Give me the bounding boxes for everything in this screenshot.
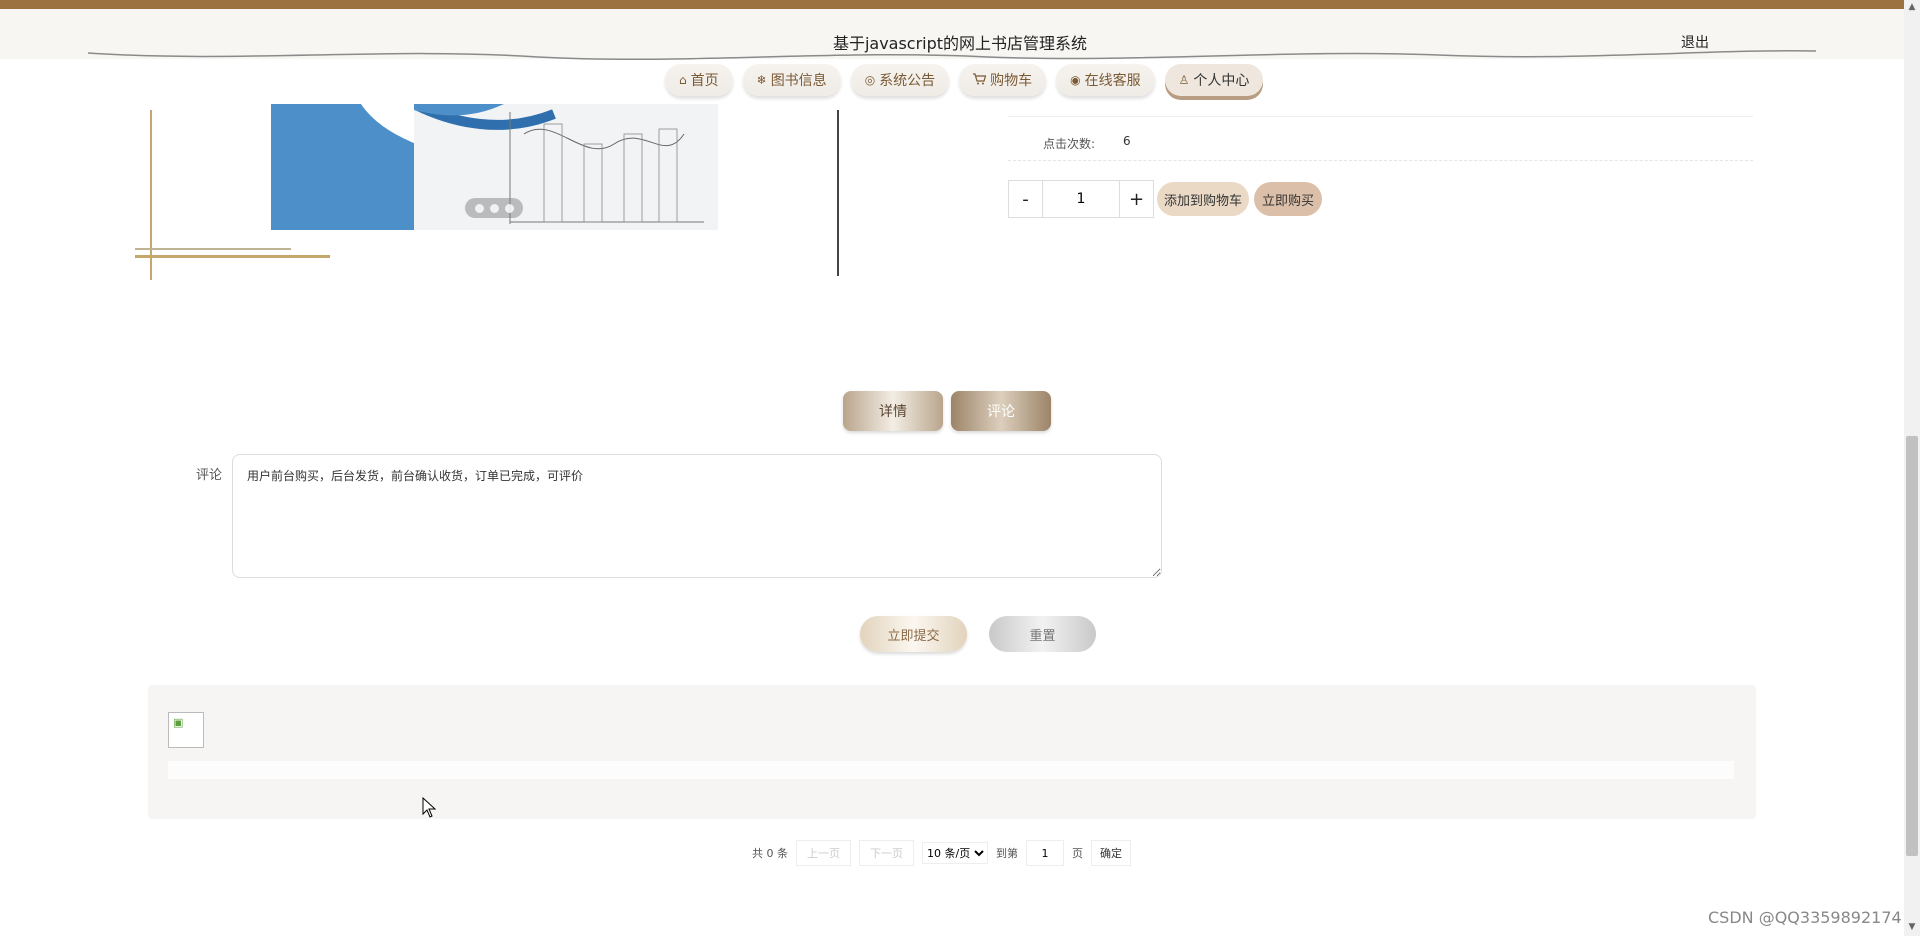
scrollbar-thumb[interactable]: [1906, 436, 1918, 856]
site-header: 基于javascript的网上书店管理系统 退出: [0, 9, 1920, 61]
nav-item-books[interactable]: ❄ 图书信息: [742, 64, 841, 96]
top-accent-bar: [0, 0, 1920, 9]
nav-item-cart[interactable]: 购物车: [959, 64, 1047, 96]
cart-icon: [973, 72, 987, 88]
tab-comment[interactable]: 评论: [951, 391, 1051, 431]
carousel-dot[interactable]: [474, 203, 484, 213]
page-number-input[interactable]: [1026, 840, 1064, 866]
increase-button[interactable]: +: [1120, 181, 1153, 217]
click-count-label: 点击次数:: [1043, 137, 1096, 151]
reset-button[interactable]: 重置: [989, 616, 1096, 652]
page-size-select[interactable]: 10 条/页: [922, 842, 988, 864]
home-icon: ⌂: [679, 73, 687, 87]
watermark: CSDN @QQ3359892174: [1708, 908, 1902, 927]
chat-icon: ◉: [1070, 73, 1081, 87]
goto-label: 到第: [996, 847, 1018, 860]
carousel-indicators: [465, 198, 523, 218]
add-to-cart-button[interactable]: 添加到购物车: [1157, 182, 1249, 216]
nav-item-label: 系统公告: [879, 73, 936, 89]
goto-confirm-button[interactable]: 确定: [1091, 840, 1131, 866]
avatar: ▣: [168, 712, 204, 748]
total-count: 共 0 条: [752, 847, 788, 860]
scroll-up-arrow-icon[interactable]: ▲: [1907, 2, 1917, 12]
page-unit-label: 页: [1072, 847, 1083, 860]
broken-image-icon: ▣: [173, 716, 184, 729]
carousel-dot[interactable]: [504, 203, 514, 213]
quantity-input[interactable]: [1042, 181, 1120, 217]
prev-page-button[interactable]: 上一页: [796, 840, 851, 866]
user-icon: ♙: [1178, 73, 1190, 87]
buy-now-button[interactable]: 立即购买: [1254, 182, 1322, 216]
nav-item-support[interactable]: ◉ 在线客服: [1056, 64, 1155, 96]
quantity-stepper: - +: [1008, 180, 1154, 218]
snowflake-icon: ❄: [756, 73, 767, 87]
scroll-down-arrow-icon[interactable]: ▼: [1907, 922, 1917, 932]
logout-link[interactable]: 退出: [1681, 32, 1709, 52]
slide-cover-left: [271, 104, 415, 230]
info-divider: [1008, 160, 1753, 162]
nav-item-announcements[interactable]: ◎ 系统公告: [850, 64, 950, 96]
tab-detail[interactable]: 详情: [843, 391, 943, 431]
decrease-button[interactable]: -: [1009, 181, 1042, 217]
nav-item-profile[interactable]: ♙ 个人中心: [1164, 64, 1264, 96]
comment-item: [168, 761, 1734, 779]
nav-item-home[interactable]: ⌂ 首页: [665, 64, 733, 96]
comment-textarea[interactable]: 用户前台购买，后台发货，前台确认收货，订单已完成，可评价: [232, 454, 1162, 578]
nav-item-label: 图书信息: [770, 73, 827, 89]
nav-item-label: 在线客服: [1084, 73, 1141, 89]
book-cover-image: [414, 104, 718, 230]
decor-line: [135, 248, 291, 250]
next-page-button[interactable]: 下一页: [859, 840, 914, 866]
carousel-dot[interactable]: [489, 203, 499, 213]
main-nav: ⌂ 首页 ❄ 图书信息 ◎ 系统公告 购物车 ◉ 在线客服 ♙ 个人中心: [665, 64, 1264, 100]
pagination: 共 0 条 上一页 下一页 10 条/页 到第 页 确定: [752, 840, 1131, 866]
click-count-value: 6: [1123, 134, 1131, 148]
comment-list: [148, 685, 1756, 819]
gallery-divider: [837, 110, 839, 276]
submit-button[interactable]: 立即提交: [860, 616, 967, 652]
nav-item-label: 首页: [690, 73, 719, 89]
mouse-cursor-icon: [422, 797, 437, 818]
nav-item-label: 个人中心: [1193, 73, 1250, 89]
decor-line: [135, 255, 330, 258]
globe-icon: ◎: [864, 73, 876, 87]
comment-label: 评论: [196, 468, 223, 483]
nav-item-label: 购物车: [990, 73, 1033, 89]
info-divider: [1008, 116, 1753, 117]
site-title: 基于javascript的网上书店管理系统: [832, 34, 1088, 53]
